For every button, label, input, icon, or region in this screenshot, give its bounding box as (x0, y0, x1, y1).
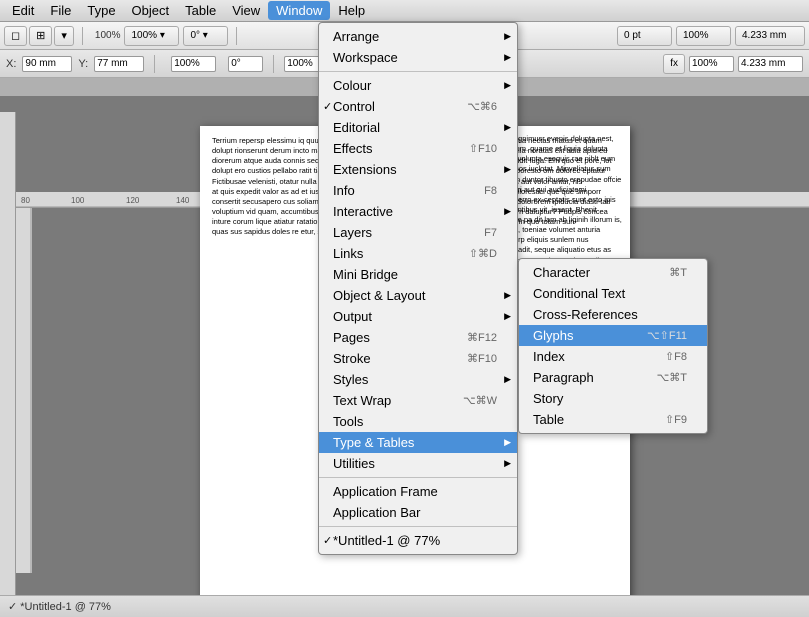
menu-object[interactable]: Object (124, 1, 178, 20)
status-bar: ✓ *Untitled-1 @ 77% (0, 595, 809, 617)
menu-pages[interactable]: Pages ⌘F12 (319, 327, 517, 348)
window-dropdown: Arrange Workspace Colour ✓ Control ⌥⌘6 E… (318, 22, 518, 555)
menu-utilities[interactable]: Utilities (319, 453, 517, 474)
scale-btn[interactable]: 100% (676, 26, 731, 46)
zoom-label: 100% (95, 30, 121, 41)
check-untitled: ✓ (323, 534, 332, 547)
submenu-character[interactable]: Character ⌘T (519, 262, 707, 283)
toolbar-sep-2 (236, 27, 237, 45)
ruler-vertical (16, 208, 32, 573)
ctrl-sep-1 (154, 55, 155, 73)
toolbar-sep-1 (82, 27, 83, 45)
submenu-index[interactable]: Index ⇧F8 (519, 346, 707, 367)
menu-bar: Edit File Type Object Table View Window … (0, 0, 809, 22)
menu-object-layout[interactable]: Object & Layout (319, 285, 517, 306)
menu-interactive[interactable]: Interactive (319, 201, 517, 222)
menu-type[interactable]: Type (79, 1, 123, 20)
doc-status: ✓ *Untitled-1 @ 77% (8, 600, 111, 613)
sep-3 (319, 526, 517, 527)
transform-btn[interactable]: 0 pt (617, 26, 672, 46)
zoom-btn[interactable]: 100% ▾ (124, 26, 179, 46)
tool-btn-3[interactable]: ▾ (54, 26, 74, 46)
menu-file[interactable]: File (42, 1, 79, 20)
submenu-conditional-text[interactable]: Conditional Text (519, 283, 707, 304)
extra-input[interactable] (738, 56, 803, 72)
svg-text:100: 100 (71, 196, 85, 205)
submenu-story[interactable]: Story (519, 388, 707, 409)
menu-window[interactable]: Window (268, 1, 330, 20)
type-tables-submenu-container: Character ⌘T Conditional Text Cross-Refe… (518, 258, 708, 434)
x-label: X: (6, 58, 16, 70)
menu-colour[interactable]: Colour (319, 75, 517, 96)
menu-workspace[interactable]: Workspace (319, 47, 517, 68)
menu-effects[interactable]: Effects ⇧F10 (319, 138, 517, 159)
menu-layers[interactable]: Layers F7 (319, 222, 517, 243)
svg-text:80: 80 (21, 196, 30, 205)
tool-btn-1[interactable]: ◻ (4, 26, 27, 46)
window-menu-panel: Arrange Workspace Colour ✓ Control ⌥⌘6 E… (318, 22, 518, 555)
y-input[interactable] (94, 56, 144, 72)
menu-table[interactable]: Table (177, 1, 224, 20)
type-tables-submenu-panel: Character ⌘T Conditional Text Cross-Refe… (518, 258, 708, 434)
submenu-cross-references[interactable]: Cross-References (519, 304, 707, 325)
menu-editorial[interactable]: Editorial (319, 117, 517, 138)
menu-output[interactable]: Output (319, 306, 517, 327)
menu-extensions[interactable]: Extensions (319, 159, 517, 180)
submenu-glyphs[interactable]: Glyphs ⌥⇧F11 (519, 325, 707, 346)
menu-arrange[interactable]: Arrange (319, 26, 517, 47)
rot-input[interactable] (228, 56, 263, 72)
tools-panel (0, 112, 16, 595)
sep-2 (319, 477, 517, 478)
ctrl-sep-2 (273, 55, 274, 73)
tool-group-1: ◻ ⊞ ▾ (4, 26, 74, 46)
menu-tools[interactable]: Tools (319, 411, 517, 432)
menu-mini-bridge[interactable]: Mini Bridge (319, 264, 517, 285)
opacity-input[interactable] (689, 56, 734, 72)
menu-view[interactable]: View (224, 1, 268, 20)
size-btn[interactable]: 4.233 mm (735, 26, 805, 46)
submenu-table[interactable]: Table ⇧F9 (519, 409, 707, 430)
tool-btn-2[interactable]: ⊞ (29, 26, 52, 46)
svg-text:140: 140 (176, 196, 190, 205)
check-control: ✓ (323, 100, 332, 113)
menu-help[interactable]: Help (330, 1, 373, 20)
fx-btn[interactable]: fx (663, 54, 685, 74)
menu-stroke[interactable]: Stroke ⌘F10 (319, 348, 517, 369)
y-label: Y: (78, 58, 88, 70)
menu-text-wrap[interactable]: Text Wrap ⌥⌘W (319, 390, 517, 411)
menu-type-tables[interactable]: Type & Tables (319, 432, 517, 453)
sep-1 (319, 71, 517, 72)
rot-btn[interactable]: 0° ▾ (183, 26, 228, 46)
w-input[interactable] (171, 56, 216, 72)
svg-text:120: 120 (126, 196, 140, 205)
menu-app-bar[interactable]: Application Bar (319, 502, 517, 523)
menu-untitled[interactable]: ✓ *Untitled-1 @ 77% (319, 530, 517, 551)
menu-info[interactable]: Info F8 (319, 180, 517, 201)
menu-styles[interactable]: Styles (319, 369, 517, 390)
menu-edit[interactable]: Edit (4, 1, 42, 20)
menu-app-frame[interactable]: Application Frame (319, 481, 517, 502)
menu-links[interactable]: Links ⇧⌘D (319, 243, 517, 264)
x-input[interactable] (22, 56, 72, 72)
submenu-paragraph[interactable]: Paragraph ⌥⌘T (519, 367, 707, 388)
menu-control[interactable]: ✓ Control ⌥⌘6 (319, 96, 517, 117)
